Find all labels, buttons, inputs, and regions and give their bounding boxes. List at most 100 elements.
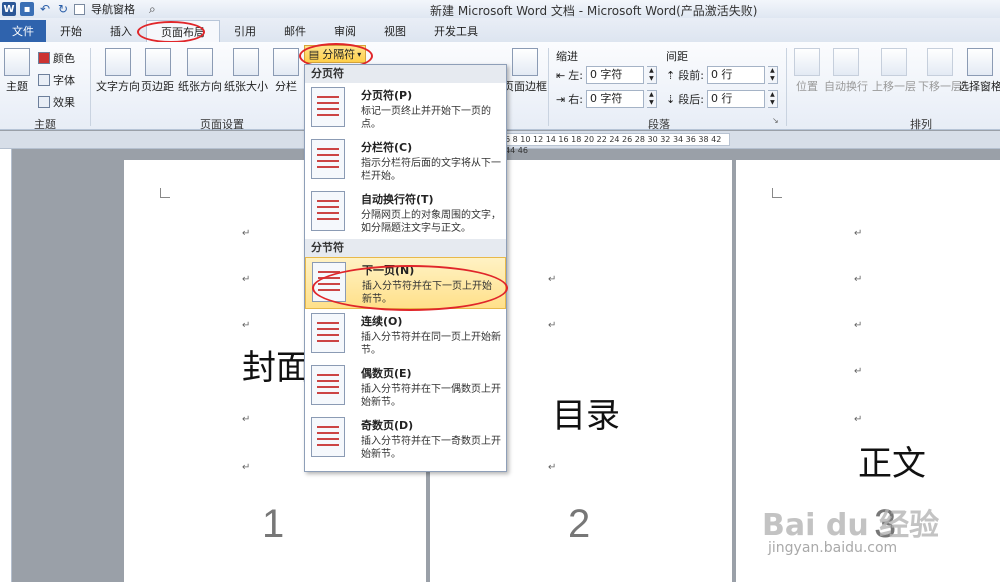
menu-item-desc: 插入分节符并在同一页上开始新节。 <box>361 332 501 356</box>
fonts-button[interactable]: 字体 <box>38 72 75 88</box>
text-direction-button[interactable]: 文字方向 <box>96 48 140 94</box>
vertical-ruler[interactable] <box>0 149 12 582</box>
page-borders-icon <box>512 48 538 76</box>
fonts-icon <box>38 74 50 86</box>
redo-icon[interactable]: ↻ <box>56 2 70 16</box>
spacing-before-icon: ⇡ <box>666 68 676 82</box>
indent-left-input[interactable]: 0 字符 <box>585 66 644 84</box>
send-backward-icon <box>927 48 953 76</box>
save-icon[interactable]: ▪ <box>20 2 34 16</box>
spacing-after-label: 段后: <box>678 93 704 106</box>
word-app-icon[interactable]: W <box>2 2 16 16</box>
indent-right-label: 右: <box>568 93 583 106</box>
ruler-scale: 6 8 10 12 14 16 18 20 22 24 26 28 30 32 … <box>500 133 730 155</box>
spacing-before-field[interactable]: ⇡ 段前: 0 行 ▲ ▼ <box>666 66 778 84</box>
bring-forward-label: 上移一层 <box>872 80 916 93</box>
page-heading: 正文 <box>858 444 926 484</box>
indent-right-spinner[interactable]: ▲ ▼ <box>646 90 657 108</box>
menu-item-desc: 指示分栏符后面的文字将从下一栏开始。 <box>361 158 501 182</box>
columns-button[interactable]: 分栏 <box>273 48 299 94</box>
spacing-after-spinner[interactable]: ▲ ▼ <box>767 90 778 108</box>
highlight-ring-tab <box>137 21 205 43</box>
tab-developer[interactable]: 开发工具 <box>420 20 492 42</box>
nav-pane-checkbox[interactable] <box>74 3 85 15</box>
paragraph-mark: ↵ <box>242 462 251 473</box>
text-direction-label: 文字方向 <box>96 80 140 93</box>
margins-icon <box>144 48 171 76</box>
paragraph-mark: ↵ <box>854 366 863 377</box>
spacing-before-label: 段前: <box>678 69 704 82</box>
undo-icon[interactable]: ↶ <box>38 2 52 16</box>
wrap-text-button[interactable]: 自动换行 <box>824 48 868 94</box>
position-label: 位置 <box>796 80 818 93</box>
page-number: 2 <box>568 502 591 546</box>
page-borders-button[interactable]: 页面边框 <box>503 48 547 94</box>
paragraph-mark: ↵ <box>242 274 251 285</box>
size-button[interactable]: 纸张大小 <box>224 48 268 94</box>
spacing-after-field[interactable]: ⇣ 段后: 0 行 ▲ ▼ <box>666 90 778 108</box>
orientation-icon <box>187 48 213 76</box>
menu-header-page-breaks: 分页符 <box>305 65 506 83</box>
wrap-text-label: 自动换行 <box>824 80 868 93</box>
spacing-after-icon: ⇣ <box>666 92 676 106</box>
tab-view[interactable]: 视图 <box>370 20 420 42</box>
page-borders-label: 页面边框 <box>503 80 547 93</box>
orientation-button[interactable]: 纸张方向 <box>178 48 222 94</box>
paragraph-mark: ↵ <box>242 414 251 425</box>
wrap-text-icon <box>833 48 859 76</box>
menu-item-column-break[interactable]: 分栏符(C) 指示分栏符后面的文字将从下一栏开始。 <box>305 135 506 187</box>
effects-button[interactable]: 效果 <box>38 94 75 110</box>
indent-right-field[interactable]: ⇥ 右: 0 字符 ▲ ▼ <box>556 90 657 108</box>
selection-pane-icon <box>967 48 993 76</box>
even-page-icon <box>311 365 345 405</box>
find-icon[interactable]: ⌕ <box>149 2 156 17</box>
indent-left-field[interactable]: ⇤ 左: 0 字符 ▲ ▼ <box>556 66 657 84</box>
text-direction-icon <box>105 48 131 76</box>
menu-header-section-breaks: 分节符 <box>305 239 506 257</box>
watermark-url: jingyan.baidu.com <box>768 540 898 556</box>
quick-access-toolbar: W ▪ ↶ ↻ 导航窗格 ⌕ <box>0 1 156 17</box>
send-backward-button[interactable]: 下移一层 <box>918 48 962 94</box>
margins-label: 页边距 <box>141 80 174 93</box>
indent-left-spinner[interactable]: ▲ ▼ <box>646 66 657 84</box>
indent-right-input[interactable]: 0 字符 <box>585 90 644 108</box>
menu-item-title: 连续(O) <box>361 315 403 328</box>
position-button[interactable]: 位置 <box>794 48 820 94</box>
spacing-after-input[interactable]: 0 行 <box>706 90 765 108</box>
indent-left-label: 左: <box>568 69 583 82</box>
menu-item-title: 偶数页(E) <box>361 367 412 380</box>
colors-icon <box>38 52 50 64</box>
tab-references[interactable]: 引用 <box>220 20 270 42</box>
menu-item-desc: 分隔网页上的对象周围的文字，如分隔题注文字与正文。 <box>361 210 501 234</box>
effects-label: 效果 <box>53 96 75 109</box>
paragraph-mark: ↵ <box>854 414 863 425</box>
indent-left-icon: ⇤ <box>556 68 566 82</box>
tab-home[interactable]: 开始 <box>46 20 96 42</box>
menu-item-text-wrapping[interactable]: 自动换行符(T) 分隔网页上的对象周围的文字，如分隔题注文字与正文。 <box>305 187 506 239</box>
bring-forward-button[interactable]: 上移一层 <box>872 48 916 94</box>
themes-button[interactable]: 主题 <box>4 48 30 94</box>
nav-pane-label: 导航窗格 <box>91 3 135 16</box>
tab-review[interactable]: 审阅 <box>320 20 370 42</box>
tab-file[interactable]: 文件 <box>0 20 46 42</box>
menu-item-continuous[interactable]: 连续(O) 插入分节符并在同一页上开始新节。 <box>305 309 506 361</box>
indent-right-icon: ⇥ <box>556 92 566 106</box>
group-label-paragraph: 段落 <box>648 118 670 131</box>
menu-item-odd-page[interactable]: 奇数页(D) 插入分节符并在下一奇数页上开始新节。 <box>305 413 506 465</box>
paragraph-dialog-launcher-icon[interactable]: ↘ <box>772 116 779 125</box>
indent-heading: 缩进 <box>556 50 578 63</box>
spacing-before-input[interactable]: 0 行 <box>706 66 765 84</box>
paragraph-mark: ↵ <box>548 274 557 285</box>
margins-button[interactable]: 页边距 <box>141 48 174 94</box>
crop-mark <box>772 188 782 198</box>
orientation-label: 纸张方向 <box>178 80 222 93</box>
selection-pane-button[interactable]: 选择窗格 <box>960 48 1000 94</box>
highlight-ring-next-page <box>312 265 508 311</box>
colors-button[interactable]: 颜色 <box>38 50 75 66</box>
paragraph-mark: ↵ <box>548 320 557 331</box>
menu-item-even-page[interactable]: 偶数页(E) 插入分节符并在下一偶数页上开始新节。 <box>305 361 506 413</box>
group-separator <box>90 48 91 126</box>
menu-item-page-break[interactable]: 分页符(P) 标记一页终止并开始下一页的点。 <box>305 83 506 135</box>
spacing-before-spinner[interactable]: ▲ ▼ <box>767 66 778 84</box>
tab-mailings[interactable]: 邮件 <box>270 20 320 42</box>
